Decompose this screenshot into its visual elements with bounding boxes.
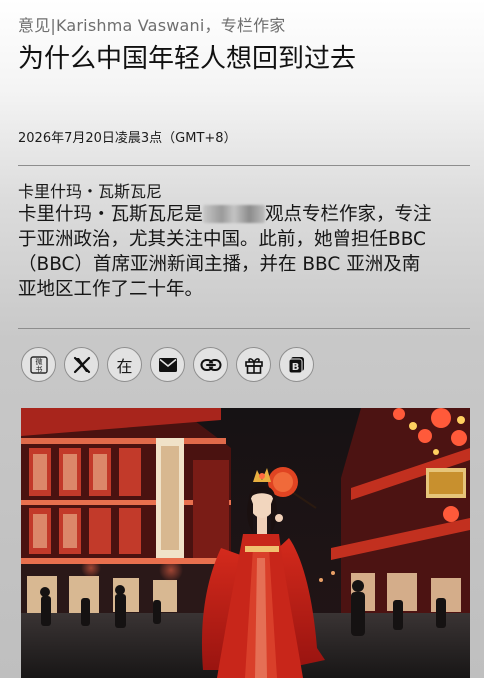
divider-top xyxy=(18,165,470,166)
x-logo-icon xyxy=(73,356,90,373)
share-link-button[interactable] xyxy=(193,347,228,382)
gift-icon xyxy=(244,357,263,374)
envelope-icon xyxy=(158,357,177,372)
redacted-blur xyxy=(203,205,266,223)
author-name[interactable]: 卡里什玛・瓦斯瓦尼 xyxy=(18,178,162,202)
svg-text:B: B xyxy=(291,362,299,373)
article-kicker: 意见|Karishma Vaswani，专栏作家 xyxy=(18,16,286,35)
share-toolbar: 微 书 在 B xyxy=(21,347,314,382)
share-weibo-button[interactable]: 微 书 xyxy=(21,347,56,382)
hero-photo-scene xyxy=(21,408,470,678)
article-headline: 为什么中国年轻人想回到过去 xyxy=(18,44,357,74)
svg-text:书: 书 xyxy=(35,364,42,373)
share-linkedin-button[interactable]: 在 xyxy=(107,347,142,382)
divider-bottom xyxy=(18,328,470,329)
bloomberg-b-icon: B xyxy=(288,356,304,373)
link-icon xyxy=(200,358,221,371)
share-email-button[interactable] xyxy=(150,347,185,382)
hero-photo xyxy=(21,408,470,678)
author-bio-start: 卡里什玛・瓦斯瓦尼是 xyxy=(18,204,204,225)
linkedin-icon: 在 xyxy=(116,356,133,376)
share-x-button[interactable] xyxy=(64,347,99,382)
share-bloomberg-button[interactable]: B xyxy=(279,347,314,382)
author-bio: 卡里什玛・瓦斯瓦尼是 观点专栏作家，专注于亚洲政治，尤其关注中国。此前，她曾担任B… xyxy=(18,202,438,302)
article-dateline: 2026年7月20日凌晨3点（GMT+8） xyxy=(18,131,237,146)
share-gift-button[interactable] xyxy=(236,347,271,382)
weibo-icon: 微 书 xyxy=(29,355,48,374)
